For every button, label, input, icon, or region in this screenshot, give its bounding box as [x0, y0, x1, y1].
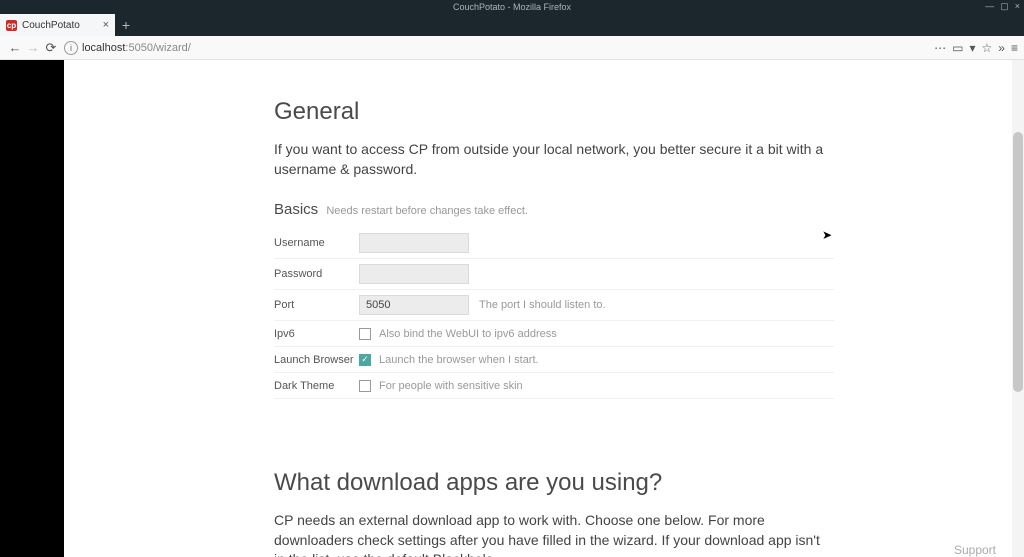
- browser-tab-active[interactable]: cp CouchPotato ×: [0, 14, 115, 36]
- port-input[interactable]: [359, 295, 469, 315]
- ipv6-checkbox[interactable]: [359, 328, 371, 340]
- tab-title: CouchPotato: [22, 20, 98, 31]
- tab-close-icon[interactable]: ×: [103, 19, 109, 31]
- scrollbar-thumb[interactable]: [1013, 132, 1023, 392]
- dark-theme-hint: For people with sensitive skin: [379, 380, 523, 392]
- couchpotato-favicon-icon: cp: [6, 20, 17, 31]
- section-desc-downloads: CP needs an external download app to wor…: [274, 511, 834, 557]
- support-link[interactable]: Support: [954, 543, 996, 557]
- section-heading-general: General: [274, 98, 834, 126]
- overflow-icon[interactable]: »: [998, 41, 1005, 55]
- hamburger-menu-icon[interactable]: ≡: [1011, 41, 1018, 55]
- save-pocket-icon[interactable]: ▾: [970, 41, 976, 55]
- new-tab-button[interactable]: +: [115, 14, 137, 36]
- window-title: CouchPotato - Mozilla Firefox: [453, 2, 571, 12]
- port-hint: The port I should listen to.: [479, 299, 606, 311]
- app-sidebar: [0, 60, 64, 557]
- launch-browser-checkbox[interactable]: ✓: [359, 354, 371, 366]
- section-heading-downloads: What download apps are you using?: [274, 469, 834, 497]
- scrollbar-track[interactable]: [1012, 60, 1024, 557]
- ipv6-hint: Also bind the WebUI to ipv6 address: [379, 328, 557, 340]
- reader-view-icon[interactable]: ▭: [952, 41, 963, 55]
- nav-back-icon[interactable]: ←: [6, 40, 24, 55]
- address-bar[interactable]: localhost:5050/wizard/: [82, 42, 934, 54]
- browser-tabstrip: cp CouchPotato × +: [0, 14, 1024, 36]
- browser-urlbar: ← → ⟳ i localhost:5050/wizard/ ⋯ ▭ ▾ ☆ »…: [0, 36, 1024, 60]
- bookmark-star-icon[interactable]: ☆: [982, 41, 993, 55]
- username-label: Username: [274, 237, 359, 249]
- ipv6-label: Ipv6: [274, 328, 359, 340]
- password-input[interactable]: [359, 264, 469, 284]
- password-label: Password: [274, 268, 359, 280]
- window-close-icon[interactable]: ×: [1015, 1, 1020, 12]
- page-content: General If you want to access CP from ou…: [64, 60, 1024, 557]
- window-minimize-icon[interactable]: —: [985, 1, 994, 12]
- basics-subheading: Basics Needs restart before changes take…: [274, 201, 834, 218]
- os-titlebar: CouchPotato - Mozilla Firefox — ▢ ×: [0, 0, 1024, 14]
- port-label: Port: [274, 299, 359, 311]
- window-maximize-icon[interactable]: ▢: [1000, 1, 1009, 12]
- menu-dots-icon[interactable]: ⋯: [934, 41, 946, 55]
- dark-theme-label: Dark Theme: [274, 380, 359, 392]
- site-info-icon[interactable]: i: [64, 41, 78, 55]
- launch-browser-label: Launch Browser: [274, 354, 359, 366]
- username-input[interactable]: [359, 233, 469, 253]
- nav-forward-icon[interactable]: →: [24, 40, 42, 55]
- nav-reload-icon[interactable]: ⟳: [42, 40, 60, 56]
- section-desc-general: If you want to access CP from outside yo…: [274, 140, 834, 179]
- dark-theme-checkbox[interactable]: [359, 380, 371, 392]
- launch-browser-hint: Launch the browser when I start.: [379, 354, 539, 366]
